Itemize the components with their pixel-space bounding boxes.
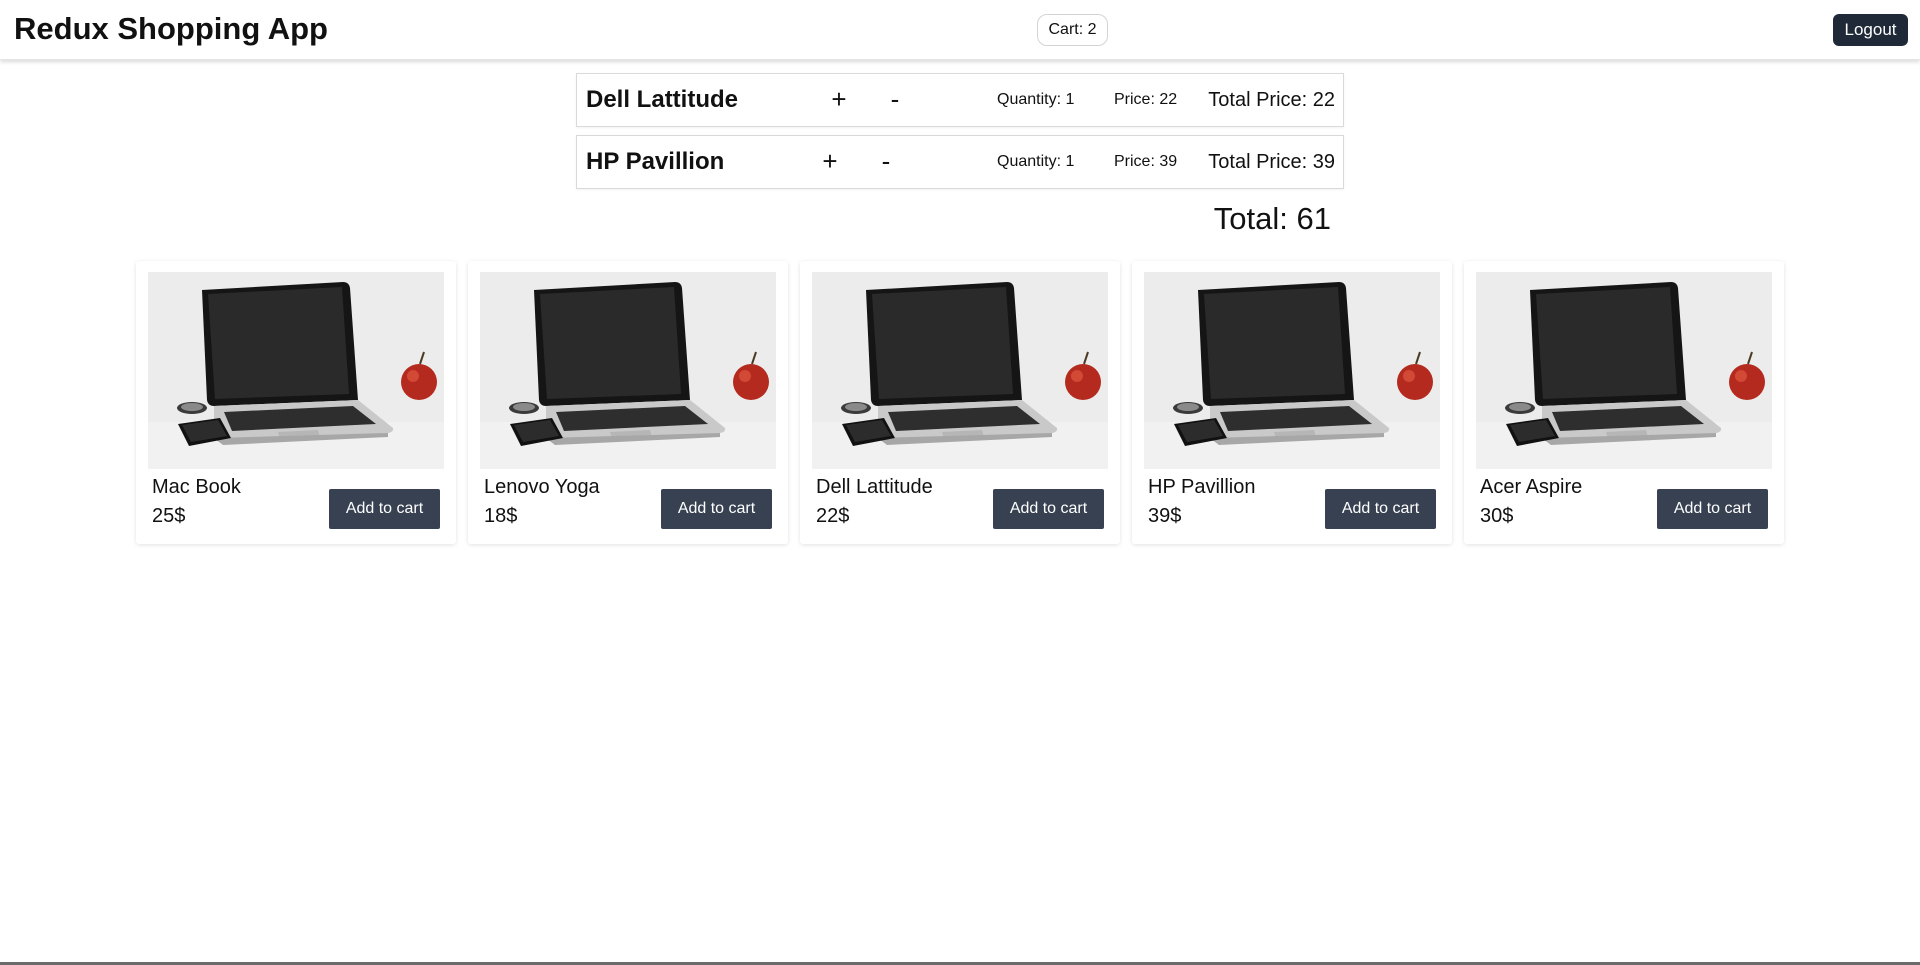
cart-item-total-price: Total Price: 39 (1208, 151, 1335, 173)
product-price: 30$ (1480, 505, 1514, 527)
cart-item-price: Price: 22 (1114, 91, 1178, 108)
product-price: 39$ (1148, 505, 1182, 527)
product-card: Acer Aspire 30$ Add to cart (1464, 261, 1784, 544)
cart-item-row: HP Pavillion + - Quantity: 1 Price: 39 T… (576, 135, 1344, 189)
product-price: 25$ (152, 505, 186, 527)
cart-item-price: Price: 39 (1114, 153, 1178, 170)
cart-grand-total: Total: 61 (1213, 201, 1331, 236)
laptop-photo (812, 272, 1108, 469)
product-price: 18$ (484, 505, 518, 527)
laptop-photo (480, 272, 776, 469)
laptop-photo (1476, 272, 1772, 469)
product-image (480, 272, 776, 469)
cart-item-quantity: Quantity: 1 (997, 91, 1075, 108)
product-name: Mac Book (152, 476, 241, 498)
product-name: Lenovo Yoga (484, 476, 600, 498)
add-to-cart-button[interactable]: Add to cart (1325, 489, 1436, 529)
logout-button[interactable]: Logout (1833, 14, 1908, 46)
increment-button[interactable]: + (818, 146, 842, 177)
laptop-photo (148, 272, 444, 469)
product-price: 22$ (816, 505, 850, 527)
decrement-button[interactable]: - (874, 146, 898, 177)
decrement-button[interactable]: - (883, 84, 907, 115)
add-to-cart-button[interactable]: Add to cart (661, 489, 772, 529)
app-title: Redux Shopping App (14, 11, 328, 46)
cart-item-row: Dell Lattitude + - Quantity: 1 Price: 22… (576, 73, 1344, 127)
cart-item-name: Dell Lattitude (586, 86, 739, 113)
product-name: HP Pavillion (1148, 476, 1256, 498)
product-card: Dell Lattitude 22$ Add to cart (800, 261, 1120, 544)
product-card: HP Pavillion 39$ Add to cart (1132, 261, 1452, 544)
product-image (1476, 272, 1772, 469)
cart-item-total-price: Total Price: 22 (1208, 89, 1335, 111)
product-image (1144, 272, 1440, 469)
cart-item-name: HP Pavillion (586, 148, 725, 175)
add-to-cart-button[interactable]: Add to cart (1657, 489, 1768, 529)
product-name: Dell Lattitude (816, 476, 933, 498)
cart-item-quantity: Quantity: 1 (997, 153, 1075, 170)
product-card: Lenovo Yoga 18$ Add to cart (468, 261, 788, 544)
increment-button[interactable]: + (827, 84, 851, 115)
laptop-photo (1144, 272, 1440, 469)
product-card: Mac Book 25$ Add to cart (136, 261, 456, 544)
product-image (148, 272, 444, 469)
add-to-cart-button[interactable]: Add to cart (329, 489, 440, 529)
top-navbar: Redux Shopping App Cart: 2 Logout (0, 0, 1920, 60)
cart-count-button[interactable]: Cart: 2 (1037, 14, 1108, 46)
add-to-cart-button[interactable]: Add to cart (993, 489, 1104, 529)
product-image (812, 272, 1108, 469)
product-name: Acer Aspire (1480, 476, 1583, 498)
